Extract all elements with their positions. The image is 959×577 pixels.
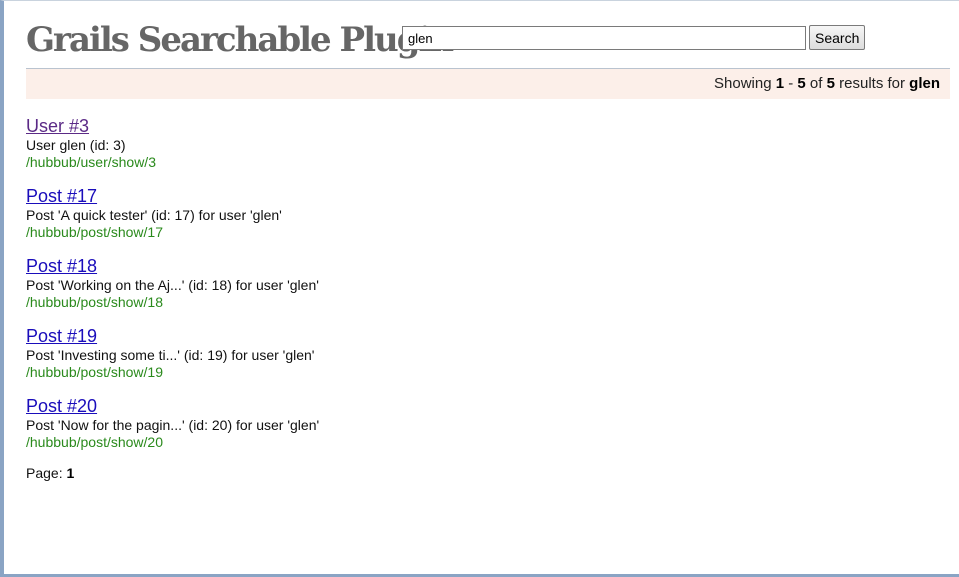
site-logo[interactable]: Grails Searchable Plugin (26, 20, 454, 60)
summary-end: 5 (797, 75, 806, 92)
result-item: Post #17 Post 'A quick tester' (id: 17) … (26, 185, 926, 241)
header: Grails Searchable Plugin Search (26, 12, 950, 69)
result-title-link[interactable]: Post #17 (26, 185, 97, 207)
result-description: Post 'Investing some ti...' (id: 19) for… (26, 347, 315, 363)
summary-results-for: results for (834, 75, 910, 92)
search-button[interactable]: Search (809, 25, 866, 50)
summary-total: 5 (826, 75, 835, 92)
summary-dash: - (784, 75, 798, 92)
search-results: User #3 User glen (id: 3) /hubbub/user/s… (26, 115, 926, 481)
result-item: Post #20 Post 'Now for the pagin...' (id… (26, 395, 926, 451)
pagination-label: Page: (26, 465, 67, 481)
result-url: /hubbub/post/show/20 (26, 434, 163, 450)
result-item: Post #18 Post 'Working on the Aj...' (id… (26, 255, 926, 311)
result-title-link[interactable]: User #3 (26, 115, 89, 137)
result-item: User #3 User glen (id: 3) /hubbub/user/s… (26, 115, 926, 171)
summary-start: 1 (775, 75, 785, 92)
result-description: Post 'Now for the pagin...' (id: 20) for… (26, 417, 320, 433)
summary-query: glen (909, 75, 940, 92)
result-description: User glen (id: 3) (26, 137, 126, 153)
result-description: Post 'A quick tester' (id: 17) for user … (26, 207, 282, 223)
result-title-link[interactable]: Post #20 (26, 395, 97, 417)
result-title-link[interactable]: Post #18 (26, 255, 97, 277)
result-url: /hubbub/user/show/3 (26, 154, 156, 170)
result-item: Post #19 Post 'Investing some ti...' (id… (26, 325, 926, 381)
pagination: Page: 1 (26, 465, 926, 481)
result-url: /hubbub/post/show/17 (26, 224, 163, 240)
summary-of: of (805, 75, 827, 92)
pagination-current-page: 1 (66, 465, 75, 481)
result-url: /hubbub/post/show/19 (26, 364, 163, 380)
results-summary-bar: Showing 1 - 5 of 5 results for glen (26, 69, 950, 99)
search-input[interactable] (402, 26, 806, 50)
result-title-link[interactable]: Post #19 (26, 325, 97, 347)
results-summary: Showing 1 - 5 of 5 results for glen (714, 75, 940, 92)
summary-prefix: Showing (714, 75, 776, 92)
result-description: Post 'Working on the Aj...' (id: 18) for… (26, 277, 319, 293)
result-url: /hubbub/post/show/18 (26, 294, 163, 310)
